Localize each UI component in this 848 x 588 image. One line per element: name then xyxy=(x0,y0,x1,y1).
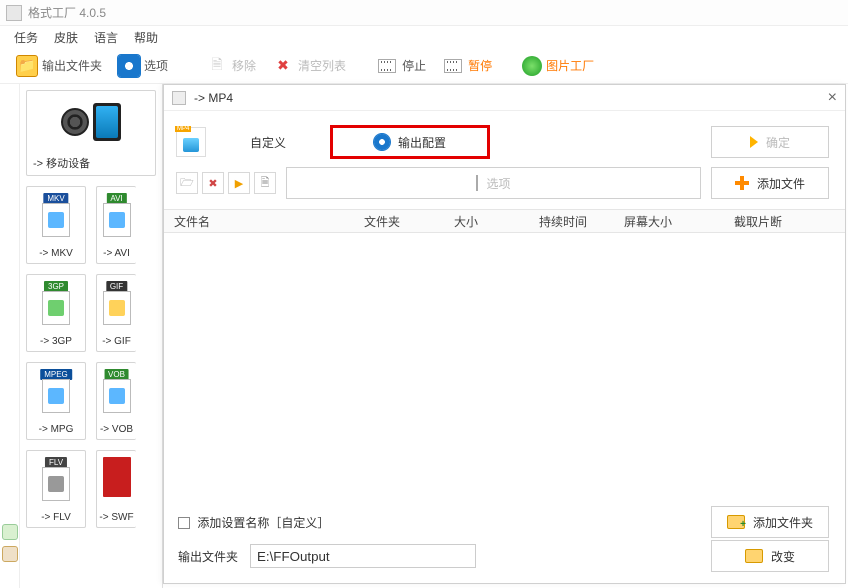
folder-icon: 📁 xyxy=(16,55,38,77)
close-icon[interactable]: × xyxy=(828,89,837,107)
change-label: 改变 xyxy=(771,548,795,565)
output-config-button[interactable]: 输出配置 xyxy=(330,125,490,159)
menubar: 任务 皮肤 语言 帮助 xyxy=(0,26,848,48)
tb-output-folder[interactable]: 📁 输出文件夹 xyxy=(10,53,108,79)
tb-options[interactable]: 选项 xyxy=(112,53,174,79)
gear-icon xyxy=(374,134,390,150)
side-tab-strip xyxy=(0,84,20,588)
dialog-title: -> MP4 xyxy=(194,91,233,105)
options-label: 选项 xyxy=(486,175,510,192)
ok-button[interactable]: 确定 xyxy=(711,126,829,158)
add-file-button[interactable]: 添加文件 xyxy=(711,167,829,199)
card-vob-label: -> VOB xyxy=(97,424,136,435)
card-3gp[interactable]: 3GP -> 3GP xyxy=(26,274,86,352)
dialog-titlebar: -> MP4 × xyxy=(164,85,845,111)
window-titlebar: 格式工厂 4.0.5 xyxy=(0,0,848,26)
file-grid-body[interactable] xyxy=(164,233,845,513)
card-mpg[interactable]: MPEG -> MPG xyxy=(26,362,86,440)
tb-options-label: 选项 xyxy=(144,57,168,74)
card-mobile-devices[interactable]: -> 移动设备 xyxy=(26,90,156,176)
stop-icon xyxy=(376,55,398,77)
tb-output-folder-label: 输出文件夹 xyxy=(42,57,102,74)
col-duration[interactable]: 持续时间 xyxy=(533,213,618,230)
remove-icon: 🗎 xyxy=(206,55,228,77)
options-button[interactable]: 选项 xyxy=(286,167,701,199)
gear-icon xyxy=(118,55,140,77)
custom-label: 自定义 xyxy=(218,134,318,151)
mini-open-button[interactable]: 🗁 xyxy=(176,172,198,194)
output-path-input[interactable] xyxy=(250,544,476,568)
film-reel-icon xyxy=(61,108,89,136)
mp4-dialog: -> MP4 × 自定义 输出配置 确定 🗁 ✖ ▶ 🗎 选项 添加文件 xyxy=(163,84,846,584)
card-avi-label: -> AVI xyxy=(97,248,136,259)
mini-delete-button[interactable]: ✖ xyxy=(202,172,224,194)
menu-skin[interactable]: 皮肤 xyxy=(54,29,78,46)
folder-add-icon xyxy=(727,515,745,529)
app-icon xyxy=(6,5,22,21)
card-avi[interactable]: AVI -> AVI xyxy=(96,186,136,264)
col-folder[interactable]: 文件夹 xyxy=(358,213,448,230)
card-3gp-label: -> 3GP xyxy=(27,336,85,347)
clear-icon: ✖ xyxy=(272,55,294,77)
music-tab-icon[interactable] xyxy=(2,524,18,540)
add-setting-name-label: 添加设置名称［自定义］ xyxy=(197,516,329,530)
tb-image-factory[interactable]: 图片工厂 xyxy=(516,54,600,78)
card-mkv[interactable]: MKV -> MKV xyxy=(26,186,86,264)
dialog-icon xyxy=(172,91,186,105)
card-gif-label: -> GIF xyxy=(97,336,136,347)
add-file-label: 添加文件 xyxy=(757,175,805,192)
card-flv[interactable]: FLV -> FLV xyxy=(26,450,86,528)
card-flv-label: -> FLV xyxy=(27,512,85,523)
card-swf[interactable]: -> SWF xyxy=(96,450,136,528)
output-config-label: 输出配置 xyxy=(398,134,446,151)
tb-remove-label: 移除 xyxy=(232,57,256,74)
tb-clear[interactable]: ✖ 清空列表 xyxy=(266,53,352,79)
film-icon xyxy=(476,176,478,190)
tb-image-factory-label: 图片工厂 xyxy=(546,57,594,74)
add-setting-name-checkbox[interactable]: 添加设置名称［自定义］ xyxy=(178,514,329,531)
tb-pause[interactable]: 暂停 xyxy=(436,53,498,79)
col-size[interactable]: 大小 xyxy=(448,213,533,230)
change-button[interactable]: 改变 xyxy=(711,540,829,572)
card-mobile-label: -> 移动设备 xyxy=(33,155,90,171)
mp4-format-icon xyxy=(176,127,206,157)
mini-toolbar: 🗁 ✖ ▶ 🗎 xyxy=(176,172,276,194)
image-tab-icon[interactable] xyxy=(2,546,18,562)
mini-info-button[interactable]: 🗎 xyxy=(254,172,276,194)
mini-play-button[interactable]: ▶ xyxy=(228,172,250,194)
tb-clear-label: 清空列表 xyxy=(298,57,346,74)
menu-lang[interactable]: 语言 xyxy=(94,29,118,46)
add-folder-label: 添加文件夹 xyxy=(753,514,813,531)
formats-panel: -> 移动设备 MKV -> MKV AVI -> AVI 3GP -> 3GP… xyxy=(0,84,163,588)
ok-label: 确定 xyxy=(766,134,790,151)
window-title: 格式工厂 4.0.5 xyxy=(28,4,106,21)
card-swf-label: -> SWF xyxy=(97,512,136,523)
menu-help[interactable]: 帮助 xyxy=(134,29,158,46)
tb-remove[interactable]: 🗎 移除 xyxy=(200,53,262,79)
arrow-right-icon xyxy=(750,136,758,148)
swf-badge xyxy=(103,457,131,497)
main-toolbar: 📁 输出文件夹 选项 🗎 移除 ✖ 清空列表 停止 暂停 图片工厂 xyxy=(0,48,848,84)
pause-icon xyxy=(442,55,464,77)
menu-task[interactable]: 任务 xyxy=(14,29,38,46)
col-clip[interactable]: 截取片断 xyxy=(728,213,841,230)
card-mpg-label: -> MPG xyxy=(27,424,85,435)
globe-icon xyxy=(522,56,542,76)
dialog-bottom: 添加设置名称［自定义］ 添加文件夹 输出文件夹 改变 xyxy=(164,497,845,583)
phone-icon xyxy=(93,103,121,141)
tb-stop-label: 停止 xyxy=(402,57,426,74)
card-mkv-label: -> MKV xyxy=(27,248,85,259)
folder-open-icon xyxy=(745,549,763,563)
plus-icon xyxy=(735,176,749,190)
file-grid-header: 文件名 文件夹 大小 持续时间 屏幕大小 截取片断 xyxy=(164,209,845,233)
output-folder-label: 输出文件夹 xyxy=(178,548,238,565)
tb-pause-label: 暂停 xyxy=(468,57,492,74)
checkbox-icon xyxy=(178,517,190,529)
col-screensize[interactable]: 屏幕大小 xyxy=(618,213,728,230)
card-vob[interactable]: VOB -> VOB xyxy=(96,362,136,440)
add-folder-button[interactable]: 添加文件夹 xyxy=(711,506,829,538)
tb-stop[interactable]: 停止 xyxy=(370,53,432,79)
card-gif[interactable]: GIF -> GIF xyxy=(96,274,136,352)
col-filename[interactable]: 文件名 xyxy=(168,213,358,230)
